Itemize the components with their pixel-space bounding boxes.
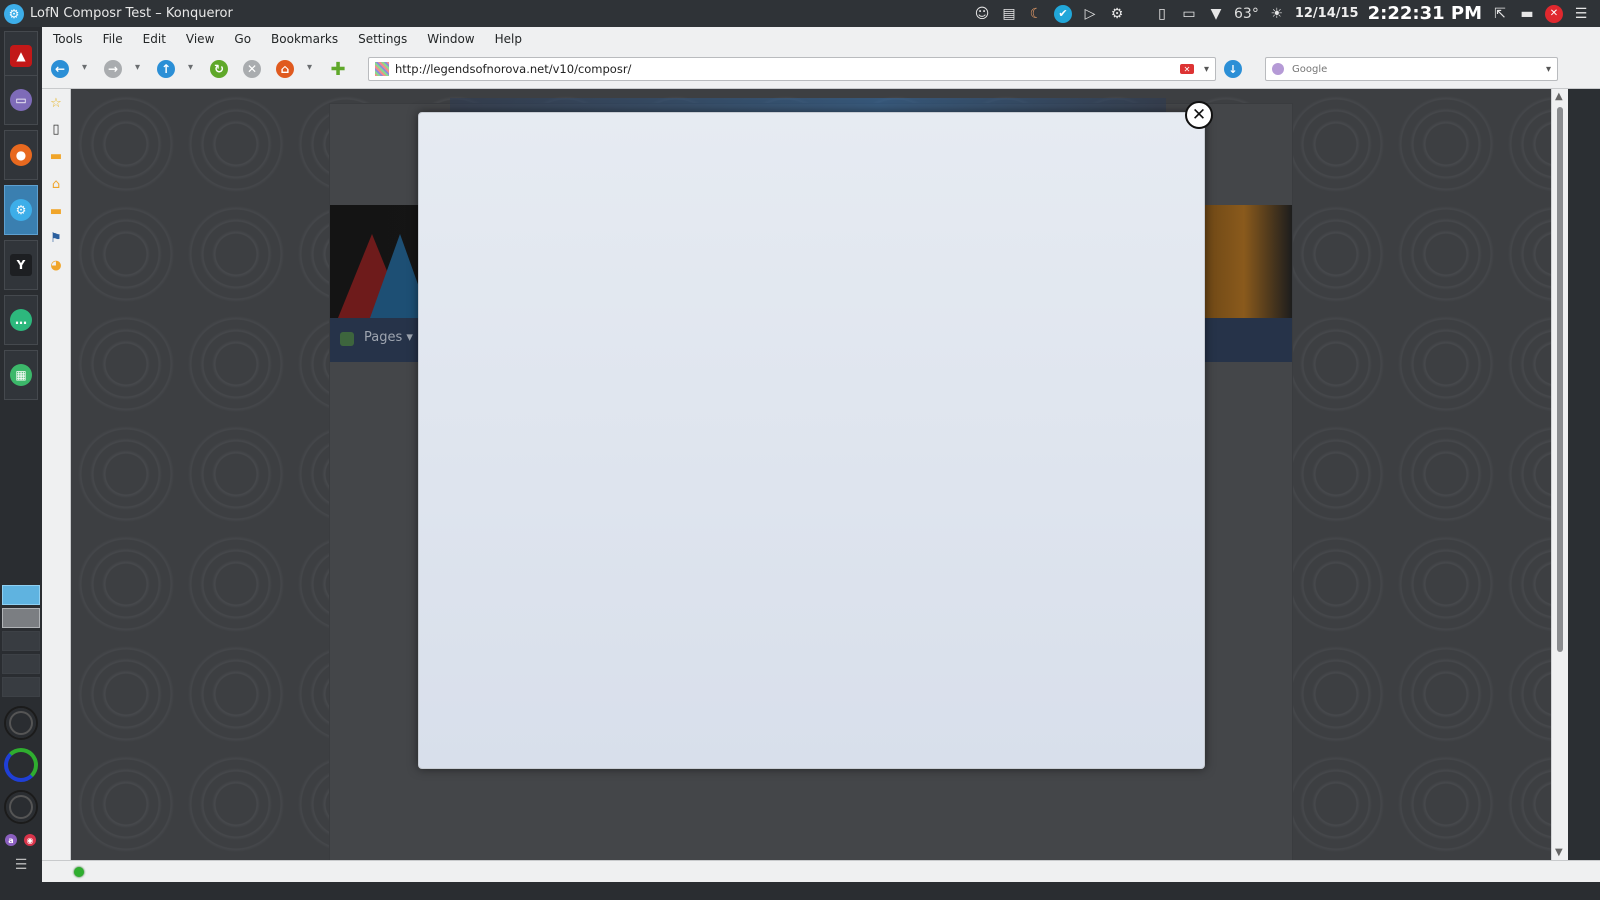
url-text[interactable]: http://legendsofnorova.net/v10/composr/ — [395, 62, 1180, 76]
root-folder-icon[interactable]: ▬ — [48, 203, 64, 219]
up-chevron-icon[interactable]: ▾ — [188, 62, 193, 73]
menu-go[interactable]: Go — [234, 32, 251, 46]
updates-icon[interactable]: ✔ — [1054, 4, 1072, 23]
menu-edit[interactable]: Edit — [143, 32, 166, 46]
night-mode-icon[interactable]: ☾ — [1027, 5, 1045, 23]
search-provider-chevron-icon[interactable]: ▾ — [1546, 64, 1551, 75]
menu-bookmarks[interactable]: Bookmarks — [271, 32, 338, 46]
bottom-strip — [42, 882, 1600, 900]
sun-icon[interactable]: ☀ — [1268, 5, 1286, 23]
back-history-chevron-icon[interactable]: ▾ — [82, 62, 87, 73]
home-chevron-icon[interactable]: ▾ — [307, 62, 312, 73]
konqueror-icon: ⚙ — [10, 199, 32, 221]
dock-file-manager[interactable]: ▭ — [4, 75, 38, 125]
network-triangle-icon[interactable]: ▼ — [1207, 5, 1225, 23]
menu-window[interactable]: Window — [427, 32, 474, 46]
folder-icon[interactable]: ▬ — [48, 148, 64, 164]
yakuake-icon: Y — [10, 254, 32, 276]
dock-konqueror[interactable]: ⚙ — [4, 185, 38, 235]
system-tray: ☺ ▤ ☾ ✔ ▷ ⚙ ▯ ▭ ▼ 63° ☀ 12/14/15 2:22:31… — [973, 0, 1600, 27]
cpu-gauge-icon[interactable] — [4, 706, 38, 740]
battery-icon[interactable]: ▯ — [1153, 5, 1171, 23]
url-history-chevron-icon[interactable]: ▾ — [1204, 64, 1209, 75]
hamburger-menu-icon[interactable]: ☰ — [1572, 5, 1590, 23]
user-status-icon[interactable]: ☺ — [973, 5, 991, 23]
launcher-logo-icon: ▲ — [10, 45, 32, 67]
stop-button[interactable]: ✕ — [243, 60, 261, 78]
pages-menu-label[interactable]: Pages ▾ — [364, 330, 413, 345]
minimize-window-icon[interactable]: ▬ — [1518, 5, 1536, 23]
logout-icon[interactable]: ◉ — [24, 834, 36, 846]
menu-tools[interactable]: Tools — [53, 32, 83, 46]
scroll-down-arrow-icon[interactable]: ▼ — [1555, 847, 1563, 858]
spreadsheet-icon: ▦ — [10, 364, 32, 386]
back-button[interactable]: ← — [51, 60, 69, 78]
weather-temperature[interactable]: 63° — [1234, 6, 1259, 22]
web-search-box[interactable]: ▾ — [1265, 57, 1558, 81]
dock-spreadsheet[interactable]: ▦ — [4, 350, 38, 400]
menu-bar: Tools File Edit View Go Bookmarks Settin… — [42, 27, 1600, 50]
lightbox-modal — [418, 112, 1205, 769]
clipboard-icon[interactable]: ▤ — [1000, 5, 1018, 23]
close-window-icon[interactable]: ✕ — [1545, 4, 1563, 23]
application-dock: ▲ ▭ ● ⚙ Y … ▦ a ◉ ☰ — [0, 27, 43, 900]
web-page-viewport[interactable]: Pages ▾ ✕ — [71, 89, 1551, 860]
folder-app-icon: ▭ — [10, 89, 32, 111]
modal-close-button[interactable]: ✕ — [1185, 101, 1213, 129]
site-favicon-icon — [375, 62, 389, 76]
display-icon[interactable]: ▭ — [1180, 5, 1198, 23]
system-date[interactable]: 12/14/15 — [1295, 6, 1359, 21]
menu-view[interactable]: View — [186, 32, 214, 46]
system-top-bar: ⚙ LofN Composr Test – Konqueror ☺ ▤ ☾ ✔ … — [0, 0, 1600, 28]
reload-button[interactable]: ↻ — [210, 60, 228, 78]
dock-menu-icon[interactable]: ☰ — [10, 857, 32, 873]
konqueror-sidebar: ☆ ▯ ▬ ⌂ ▬ ⚑ ◕ — [42, 89, 71, 879]
desktop-pager-5[interactable] — [2, 677, 40, 697]
up-button[interactable]: ↑ — [157, 60, 175, 78]
settings-gear-icon[interactable]: ⚙ — [1108, 5, 1126, 23]
konqueror-app-icon: ⚙ — [4, 3, 24, 24]
new-tab-button[interactable]: ✚ — [329, 59, 347, 80]
chat-icon: … — [10, 309, 32, 331]
flag-icon[interactable]: ⚑ — [48, 230, 64, 246]
menu-help[interactable]: Help — [495, 32, 522, 46]
pages-menu-icon[interactable] — [340, 332, 354, 346]
search-input[interactable] — [1290, 62, 1546, 76]
dock-firefox[interactable]: ● — [4, 130, 38, 180]
navigation-toolbar: ← ▾ → ▾ ↑ ▾ ↻ ✕ ⌂ ▾ ✚ http://legendsofno… — [42, 50, 1600, 89]
connection-status-icon — [74, 867, 84, 877]
desktop-pager-4[interactable] — [2, 654, 40, 674]
menu-file[interactable]: File — [103, 32, 123, 46]
forward-button[interactable]: → — [104, 60, 122, 78]
lock-screen-icon[interactable]: a — [5, 834, 17, 846]
scroll-up-arrow-icon[interactable]: ▲ — [1555, 91, 1563, 102]
scrollbar-thumb[interactable] — [1557, 107, 1563, 652]
history-icon[interactable]: ◕ — [48, 257, 64, 273]
clear-url-icon[interactable]: ✕ — [1179, 64, 1194, 74]
window-title: LofN Composr Test – Konqueror — [30, 6, 233, 21]
home-button[interactable]: ⌂ — [276, 60, 294, 78]
menu-settings[interactable]: Settings — [358, 32, 407, 46]
desktop-pager-3[interactable] — [2, 631, 40, 651]
forward-history-chevron-icon[interactable]: ▾ — [135, 62, 140, 73]
go-button[interactable]: ↓ — [1224, 60, 1242, 78]
desktop-pager-1[interactable] — [2, 585, 40, 605]
url-bar[interactable]: http://legendsofnorova.net/v10/composr/ … — [368, 57, 1216, 81]
search-provider-icon[interactable] — [1272, 63, 1284, 75]
memory-gauge-icon[interactable] — [4, 748, 38, 782]
status-bar — [42, 860, 1600, 883]
dock-chat[interactable]: … — [4, 295, 38, 345]
book-icon[interactable]: ▯ — [48, 121, 64, 137]
firefox-icon: ● — [10, 144, 32, 166]
desktop-pager-2[interactable] — [2, 608, 40, 628]
home-folder-icon[interactable]: ⌂ — [48, 176, 64, 192]
vertical-scrollbar[interactable]: ▲ ▼ — [1551, 89, 1568, 860]
disk-gauge-icon[interactable] — [4, 790, 38, 824]
media-player-icon[interactable]: ▷ — [1081, 5, 1099, 23]
system-clock[interactable]: 2:22:31 PM — [1368, 3, 1482, 24]
bookmarks-star-icon[interactable]: ☆ — [48, 95, 64, 111]
maximize-window-icon[interactable]: ⇱ — [1491, 5, 1509, 23]
dock-yakuake[interactable]: Y — [4, 240, 38, 290]
dock-launcher[interactable]: ▲ — [4, 31, 38, 81]
